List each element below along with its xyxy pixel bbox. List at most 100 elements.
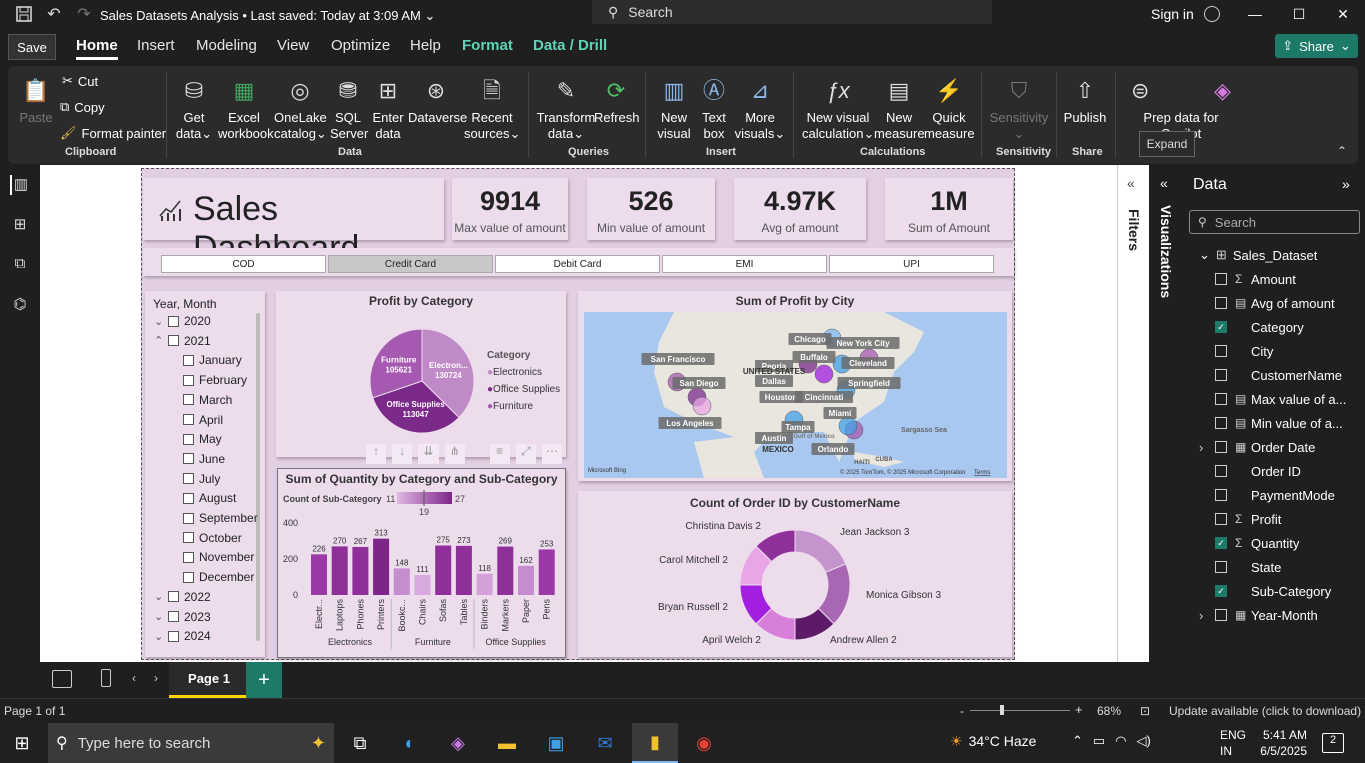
field-checkbox[interactable] <box>1215 393 1227 405</box>
data-search-input[interactable]: ⚲ Search <box>1189 210 1360 234</box>
map-terms-link[interactable]: Terms <box>974 470 990 476</box>
task-view-icon[interactable]: ⧉ <box>344 729 376 757</box>
slicer-month-item[interactable]: November <box>183 550 254 564</box>
zoom-slider[interactable] <box>970 710 1070 711</box>
field-item[interactable]: City <box>1185 339 1365 363</box>
slicer-year-item[interactable]: ⌄ 2022 <box>154 590 211 604</box>
sensitivity-button[interactable]: ⛉ Sensitivity ⌄ <box>988 74 1050 142</box>
fit-to-page-icon[interactable]: ⊡ <box>1140 704 1150 718</box>
kpi-card-sum[interactable]: 1M Sum of Amount <box>885 178 1013 240</box>
slicer-month-item[interactable]: May <box>183 432 222 446</box>
minimize-button[interactable]: — <box>1233 2 1277 26</box>
drill-up-icon[interactable]: ↑ <box>366 444 387 464</box>
bar[interactable] <box>414 575 431 595</box>
quantity-by-subcategory-card[interactable]: Sum of Quantity by Category and Sub-Cate… <box>277 468 566 658</box>
filter-icon[interactable]: ≡ <box>489 444 510 464</box>
checkbox[interactable] <box>183 512 194 524</box>
kpi-card-min[interactable]: 526 Min value of amount <box>587 178 715 240</box>
chevron-down-icon[interactable]: ⌄ <box>154 590 168 603</box>
field-item[interactable]: Σ Profit <box>1185 507 1365 531</box>
field-checkbox[interactable] <box>1215 441 1227 453</box>
bar[interactable] <box>373 538 390 595</box>
checkbox[interactable] <box>183 532 194 544</box>
slicer-year-item[interactable]: ⌄ 2024 <box>154 629 211 643</box>
drill-down-icon[interactable]: ↓ <box>392 444 413 464</box>
field-item[interactable]: Order ID <box>1185 459 1365 483</box>
dataverse-button[interactable]: ⊛ Dataverse <box>408 74 467 126</box>
field-checkbox[interactable] <box>1215 417 1227 429</box>
field-item[interactable]: State <box>1185 555 1365 579</box>
page-tab[interactable]: Page 1 <box>169 662 249 698</box>
save-icon[interactable] <box>10 0 38 28</box>
checkbox[interactable] <box>183 492 194 504</box>
field-checkbox[interactable]: ✓ <box>1215 321 1227 333</box>
slicer-year-item[interactable]: ⌃ 2021 <box>154 334 211 348</box>
legend-item[interactable]: ●Furniture <box>487 401 533 412</box>
share-button[interactable]: ⇪ Share ⌄ <box>1275 34 1358 58</box>
chrome-icon[interactable]: ◉ <box>688 729 720 757</box>
publish-button[interactable]: ⇧ Publish <box>1062 74 1108 126</box>
slicer-month-item[interactable]: August <box>183 491 236 505</box>
checkbox[interactable] <box>168 315 179 327</box>
notifications-button[interactable]: 2 <box>1322 733 1344 753</box>
field-checkbox[interactable] <box>1215 297 1227 309</box>
slicer-year-item[interactable]: ⌄ 2020 <box>154 314 211 328</box>
checkbox[interactable] <box>183 571 194 583</box>
taskbar-search[interactable]: ⚲ Type here to search ✦ <box>48 723 334 763</box>
checkbox[interactable] <box>183 551 194 563</box>
field-checkbox[interactable] <box>1215 369 1227 381</box>
bar[interactable] <box>476 573 493 595</box>
new-measure-button[interactable]: ▤ New measure <box>874 74 925 142</box>
slicer-month-item[interactable]: January <box>183 353 242 367</box>
onelake-catalog-button[interactable]: ◎ OneLake catalog⌄ <box>274 74 327 142</box>
copilot-icon[interactable]: ◈ <box>442 729 474 757</box>
legend-item[interactable]: ●Office Supplies <box>487 384 560 395</box>
bar[interactable] <box>393 568 410 595</box>
slicer-option-cod[interactable]: COD <box>161 255 326 273</box>
field-checkbox[interactable] <box>1215 273 1227 285</box>
orders-by-customer-card[interactable]: Count of Order ID by CustomerName Jean J… <box>578 491 1012 657</box>
checkbox[interactable] <box>183 414 194 425</box>
chevron-down-icon[interactable]: ⌄ <box>154 610 168 623</box>
chevron-right-icon[interactable]: › <box>1199 608 1213 623</box>
field-item[interactable]: CustomerName <box>1185 363 1365 387</box>
tab-data-drill[interactable]: Data / Drill <box>533 37 607 54</box>
slicer-month-item[interactable]: October <box>183 531 242 545</box>
kpi-card-avg[interactable]: 4.97K Avg of amount <box>734 178 866 240</box>
bar[interactable] <box>497 546 514 595</box>
tab-optimize[interactable]: Optimize <box>331 37 390 54</box>
add-page-button[interactable]: + <box>246 662 282 698</box>
sign-in-button[interactable]: Sign in <box>1151 6 1220 22</box>
language-indicator[interactable]: ENG IN <box>1220 727 1246 759</box>
paste-button[interactable]: 📋 Paste <box>16 74 56 126</box>
chevron-down-icon[interactable]: ⌄ <box>154 315 168 328</box>
field-checkbox[interactable] <box>1215 561 1227 573</box>
field-item[interactable]: ▤ Max value of a... <box>1185 387 1365 411</box>
chevron-right-icon[interactable]: › <box>1199 440 1213 455</box>
focus-mode-icon[interactable]: ⤢ <box>515 444 536 464</box>
dashboard-title-card[interactable]: Sales Dashboard <box>143 178 444 267</box>
battery-icon[interactable]: ▭ <box>1093 733 1105 749</box>
dax-query-view-icon[interactable]: ⌬ <box>10 295 30 315</box>
profit-by-city-map-card[interactable]: Sum of Profit by City San Francisco San D… <box>578 291 1012 481</box>
slicer-month-item[interactable]: July <box>183 472 220 486</box>
recent-sources-button[interactable]: 🗎 Recent sources⌄ <box>464 74 520 142</box>
bar[interactable] <box>352 546 369 595</box>
field-item[interactable]: Σ Amount <box>1185 267 1365 291</box>
collapse-data-icon[interactable]: » <box>1342 176 1350 192</box>
field-checkbox[interactable] <box>1215 609 1227 621</box>
chevron-up-icon[interactable]: ⌃ <box>154 334 168 347</box>
quick-measure-button[interactable]: ⚡ Quick measure <box>924 74 975 142</box>
slicer-option-debit-card[interactable]: Debit Card <box>495 255 660 273</box>
bar[interactable] <box>331 546 348 595</box>
transform-data-button[interactable]: ✎ Transform data⌄ <box>536 74 596 142</box>
volume-icon[interactable]: ◁) <box>1137 733 1151 749</box>
more-visuals-button[interactable]: ⊿ More visuals⌄ <box>734 74 786 142</box>
checkbox[interactable] <box>183 433 194 445</box>
filters-pane[interactable]: « Filters <box>1117 165 1149 662</box>
cut-button[interactable]: ✂ Cut <box>62 73 98 89</box>
outlook-icon[interactable]: ✉ <box>589 729 621 757</box>
slicer-option-credit-card[interactable]: Credit Card <box>328 255 493 273</box>
more-options-icon[interactable]: ⋯ <box>541 444 563 464</box>
file-explorer-icon[interactable]: ▬ <box>491 729 523 757</box>
